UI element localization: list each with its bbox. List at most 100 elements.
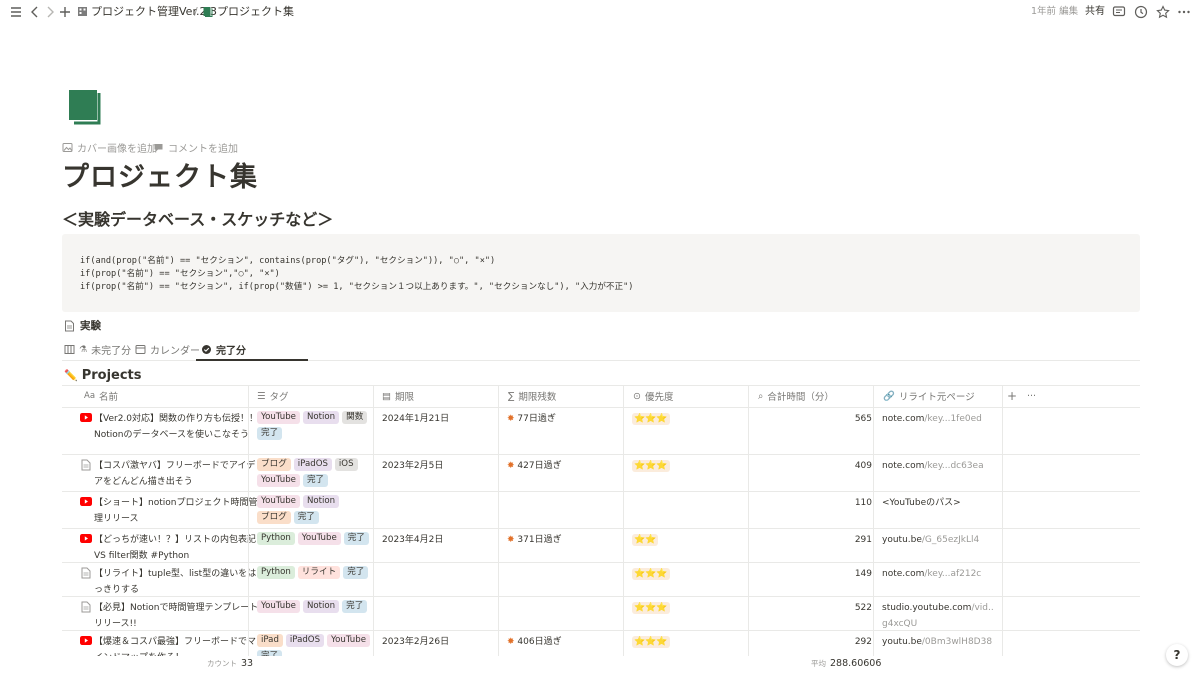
table-row[interactable]: 【どっちが速い！？】リストの内包表記VS filter関数 #Python Pyt… bbox=[62, 529, 1140, 563]
tag-chip[interactable]: 完了 bbox=[257, 427, 283, 440]
tag-chip[interactable]: Notion bbox=[302, 600, 340, 613]
row-total[interactable]: 110 bbox=[762, 495, 872, 511]
table-row[interactable]: 【Ver2.0対応】関数の作り方も伝授！！Notionのデータベースを使いこなそ… bbox=[62, 408, 1140, 455]
tag-chip[interactable]: Notion bbox=[302, 411, 340, 424]
tag-chip[interactable]: 完了 bbox=[293, 511, 319, 524]
column-header-remain[interactable]: ∑ 期限残数 bbox=[508, 385, 556, 407]
row-priority[interactable]: ⭐⭐⭐ bbox=[632, 458, 670, 474]
tag-chip[interactable]: iPadOS bbox=[293, 458, 332, 471]
subpage-link[interactable]: 実験 bbox=[64, 318, 101, 333]
row-name[interactable]: 【必見】Notionで時間管理テンプレートリリース!! bbox=[94, 600, 260, 632]
add-column-icon[interactable]: + bbox=[1007, 385, 1017, 407]
more-icon[interactable] bbox=[1176, 4, 1192, 20]
row-tags[interactable]: YouTube Notion 関数完了 bbox=[257, 411, 377, 443]
footer-count[interactable]: カウント 33 bbox=[207, 658, 253, 669]
column-header-due[interactable]: ▤ 期限 bbox=[382, 385, 414, 407]
breadcrumb-parent[interactable]: プロジェクト管理Ver.2.3 bbox=[91, 4, 217, 20]
forward-icon[interactable] bbox=[42, 4, 58, 20]
tag-chip[interactable]: 関数 bbox=[342, 411, 368, 424]
row-total[interactable]: 292 bbox=[762, 634, 872, 650]
row-name[interactable]: 【Ver2.0対応】関数の作り方も伝授！！Notionのデータベースを使いこなそ… bbox=[94, 411, 260, 443]
tag-chip[interactable]: iOS bbox=[334, 458, 358, 471]
star-icon[interactable] bbox=[1155, 4, 1171, 20]
row-name[interactable]: 【ショート】notionプロジェクト時間管理リリース bbox=[94, 495, 260, 527]
add-cover-button[interactable]: カバー画像を追加 bbox=[62, 140, 157, 155]
code-block[interactable]: if(and(prop("名前") == "セクション", contains(p… bbox=[62, 234, 1140, 312]
row-rollup[interactable]: youtu.be/G_65ezJkLl4 bbox=[882, 532, 994, 548]
menu-icon[interactable] bbox=[8, 4, 24, 20]
tag-chip[interactable]: YouTube bbox=[327, 634, 370, 647]
row-tags[interactable]: YouTube Notion ブログ 完了 bbox=[257, 495, 377, 527]
tag-chip[interactable]: iPad bbox=[257, 634, 283, 647]
row-total[interactable]: 522 bbox=[762, 600, 872, 616]
row-tags[interactable]: ブログ iPadOS iOS YouTube 完了 bbox=[257, 458, 377, 490]
tag-chip[interactable]: YouTube bbox=[257, 495, 300, 508]
page-title[interactable]: プロジェクト集 bbox=[62, 155, 258, 194]
row-due[interactable]: 2023年2月5日 bbox=[382, 458, 443, 474]
column-header-name[interactable]: Aa 名前 bbox=[84, 385, 118, 407]
row-priority[interactable]: ⭐⭐ bbox=[632, 532, 659, 548]
row-due[interactable]: 2023年2月26日 bbox=[382, 634, 449, 650]
row-rollup[interactable]: studio.youtube.com/vid... g4xcQU bbox=[882, 600, 994, 632]
tag-chip[interactable]: YouTube bbox=[297, 532, 341, 545]
row-priority[interactable]: ⭐⭐⭐ bbox=[632, 600, 670, 616]
table-row[interactable]: 【コスパ激ヤバ】フリーボードでアイデアをどんどん描き出そう ブログ iPadOS iO… bbox=[62, 455, 1140, 492]
tag-chip[interactable]: ブログ bbox=[257, 511, 291, 524]
row-total[interactable]: 565 bbox=[762, 411, 872, 427]
column-header-tag[interactable]: ☰ タグ bbox=[257, 385, 289, 407]
row-name[interactable]: 【コスパ激ヤバ】フリーボードでアイデアをどんどん描き出そう bbox=[94, 458, 260, 490]
page-book-icon[interactable] bbox=[66, 87, 106, 127]
table-row[interactable]: 【ショート】notionプロジェクト時間管理リリース YouTube Notion ブ… bbox=[62, 492, 1140, 529]
footer-average[interactable]: 平均 288.60606 bbox=[811, 658, 881, 669]
table-row[interactable]: 【必見】Notionで時間管理テンプレートリリース!! YouTube Notion… bbox=[62, 597, 1140, 631]
tab-incomplete[interactable]: ⚗ 未完了分 bbox=[64, 342, 131, 357]
tag-chip[interactable]: YouTube bbox=[257, 411, 300, 424]
tag-chip[interactable]: iPadOS bbox=[285, 634, 325, 647]
row-priority[interactable]: ⭐⭐⭐ bbox=[632, 634, 670, 650]
help-button[interactable]: ? bbox=[1166, 644, 1188, 666]
row-tags[interactable]: Python YouTube 完了 bbox=[257, 532, 377, 548]
column-more-icon[interactable]: ··· bbox=[1027, 385, 1036, 407]
back-icon[interactable] bbox=[27, 4, 43, 20]
share-button[interactable]: 共有 bbox=[1085, 4, 1105, 20]
tag-chip[interactable]: 完了 bbox=[343, 532, 369, 545]
history-icon[interactable] bbox=[1133, 4, 1149, 20]
tag-chip[interactable]: ブログ bbox=[257, 458, 291, 471]
row-total[interactable]: 291 bbox=[762, 532, 872, 548]
row-rollup[interactable]: <YouTubeのパス> bbox=[882, 495, 994, 511]
tag-chip[interactable]: YouTube bbox=[257, 474, 300, 487]
row-tags[interactable]: YouTube Notion 完了 bbox=[257, 600, 377, 616]
tag-chip[interactable]: Python bbox=[257, 566, 295, 579]
database-title[interactable]: ✏️ Projects bbox=[64, 368, 142, 383]
row-tags[interactable]: Python リライト 完了 bbox=[257, 566, 377, 582]
column-header-priority[interactable]: ⊙ 優先度 bbox=[633, 385, 673, 407]
tag-chip[interactable]: 完了 bbox=[342, 600, 368, 613]
row-priority[interactable]: ⭐⭐⭐ bbox=[632, 411, 670, 427]
tag-chip[interactable]: 完了 bbox=[343, 566, 369, 579]
row-name[interactable]: 【リライト】tuple型、list型の違いをはっきりする bbox=[94, 566, 260, 598]
row-rollup[interactable]: note.com/key...af212c bbox=[882, 566, 994, 582]
row-total[interactable]: 409 bbox=[762, 458, 872, 474]
column-header-total[interactable]: ⌕ 合計時間（分） bbox=[758, 385, 834, 407]
row-total[interactable]: 149 bbox=[762, 566, 872, 582]
tag-chip[interactable]: YouTube bbox=[257, 600, 300, 613]
row-priority[interactable]: ⭐⭐⭐ bbox=[632, 566, 670, 582]
row-rollup[interactable]: youtu.be/0Bm3wlH8D38 bbox=[882, 634, 994, 650]
tag-chip[interactable]: 完了 bbox=[302, 474, 329, 487]
tab-calendar[interactable]: カレンダー bbox=[135, 342, 200, 357]
add-comment-button[interactable]: コメントを追加 bbox=[153, 140, 238, 155]
section-heading[interactable]: ＜実験データベース・スケッチなど＞ bbox=[62, 206, 333, 230]
table-row[interactable]: 【リライト】tuple型、list型の違いをはっきりする Python リライト 完了… bbox=[62, 563, 1140, 597]
row-due[interactable]: 2023年4月2日 bbox=[382, 532, 443, 548]
row-name[interactable]: 【どっちが速い！？】リストの内包表記VS filter関数 #Python bbox=[94, 532, 260, 564]
column-header-rollup[interactable]: 🔗 リライト元ページ bbox=[883, 385, 975, 407]
row-due[interactable]: 2024年1月21日 bbox=[382, 411, 449, 427]
row-rollup[interactable]: note.com/key...1fe0ed bbox=[882, 411, 994, 427]
tag-chip[interactable]: Notion bbox=[302, 495, 340, 508]
row-rollup[interactable]: note.com/key...dc63ea bbox=[882, 458, 994, 474]
tag-chip[interactable]: Python bbox=[257, 532, 295, 545]
tag-chip[interactable]: リライト bbox=[297, 566, 341, 579]
breadcrumb-current[interactable]: プロジェクト集 bbox=[217, 4, 294, 20]
comment-icon[interactable] bbox=[1111, 4, 1127, 20]
tab-completed[interactable]: 完了分 bbox=[201, 342, 246, 357]
